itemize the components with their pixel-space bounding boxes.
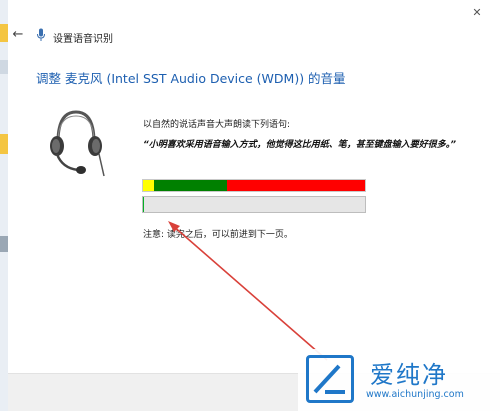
watermark-logo xyxy=(306,355,354,403)
watermark-url: www.aichunjing.com xyxy=(366,389,464,400)
read-prompt: 以自然的说话声音大声朗读下列语句: xyxy=(143,120,291,130)
desktop-folder-icon xyxy=(0,24,8,42)
desktop-app-icon xyxy=(0,236,8,252)
meter-segment-low xyxy=(143,180,155,191)
watermark-brand: 爱纯净 xyxy=(370,361,448,389)
meter-segment-good xyxy=(154,180,228,191)
sample-sentence: “小明喜欢采用语音输入方式，他觉得这比用纸、笔，甚至键盘输入要好很多。” xyxy=(143,140,457,150)
watermark-logo-mark xyxy=(313,364,345,394)
close-button[interactable]: ✕ xyxy=(470,6,484,20)
close-icon: ✕ xyxy=(472,6,482,19)
microphone-icon xyxy=(37,28,45,41)
headset-icon xyxy=(50,110,105,177)
page-heading: 调整 麦克风 (Intel SST Audio Device (WDM)) 的音… xyxy=(36,71,346,86)
note-text: 注意: 读完之后，可以前进到下一页。 xyxy=(143,230,293,240)
back-button[interactable]: ← xyxy=(10,27,26,43)
progress-fill xyxy=(143,197,145,212)
desktop-folder-icon xyxy=(0,134,8,154)
watermark: 爱纯净 www.aichunjing.com xyxy=(298,349,500,411)
title-bar: ← 设置语音识别 ✕ xyxy=(8,0,500,45)
volume-meter xyxy=(142,179,366,192)
reading-progress-bar xyxy=(142,196,366,213)
back-arrow-icon: ← xyxy=(12,27,24,42)
desktop-app-icon xyxy=(0,60,8,74)
window-title: 设置语音识别 xyxy=(53,34,113,45)
meter-segment-high xyxy=(227,180,365,191)
